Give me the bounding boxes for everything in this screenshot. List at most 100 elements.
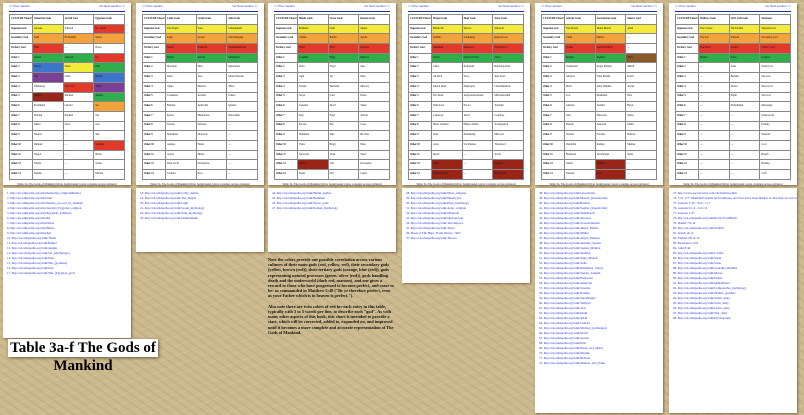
god-cell[interactable]: War God	[759, 91, 791, 103]
god-cell[interactable]: Michael	[62, 91, 95, 103]
god-cell[interactable]: Nergal	[32, 91, 64, 103]
god-cell[interactable]: Barbelo	[564, 52, 596, 64]
god-cell[interactable]: —	[226, 139, 258, 151]
god-cell[interactable]: Atar	[594, 169, 627, 180]
god-cell[interactable]: —	[461, 159, 494, 170]
god-cell[interactable]: —	[461, 149, 494, 161]
god-cell[interactable]: Supreme God	[759, 23, 791, 35]
god-cell[interactable]: Mamlambo	[226, 52, 258, 64]
god-cell[interactable]: Underworld	[759, 110, 791, 122]
god-cell[interactable]: Sio Shalako	[461, 139, 494, 151]
god-cell[interactable]: Vali	[327, 159, 360, 170]
god-cell[interactable]: Anubis	[93, 91, 125, 103]
god-cell[interactable]: Tertiary God	[759, 43, 791, 54]
prev-section-link[interactable]: << Prev section	[675, 4, 696, 8]
god-cell[interactable]: Yahweh	[728, 33, 761, 45]
god-cell[interactable]: Angra Mainyu	[594, 62, 627, 74]
god-cell[interactable]: Persephone	[195, 159, 228, 170]
god-cell[interactable]: The Lord	[62, 81, 95, 93]
next-section-link[interactable]: Go Next section >>	[765, 4, 791, 8]
god-cell[interactable]: Yum Kaax	[431, 101, 463, 112]
god-cell[interactable]: Dionysus	[195, 130, 228, 141]
god-cell[interactable]: Eros	[195, 169, 228, 180]
god-cell[interactable]: Shu	[93, 130, 125, 141]
god-cell[interactable]: Pluto	[358, 139, 390, 151]
god-cell[interactable]: Yahweh	[62, 23, 95, 35]
god-cell[interactable]: Bragi	[327, 139, 360, 151]
god-cell[interactable]: Asherah	[62, 52, 95, 64]
god-cell[interactable]: Ah Puch	[431, 72, 463, 83]
footnote-link[interactable]: 17. http://en.wikipedia.org/wiki/Shu_(Eg…	[3, 271, 131, 276]
god-cell[interactable]: Lucifer	[728, 43, 761, 54]
god-cell[interactable]: Palulukang	[461, 130, 494, 141]
god-cell[interactable]: El Shaddai	[62, 33, 95, 45]
god-cell[interactable]: Isis	[93, 52, 125, 64]
god-cell[interactable]: Azrael	[625, 81, 657, 93]
god-cell[interactable]: —	[728, 139, 761, 151]
god-cell[interactable]: Jupiter	[358, 23, 390, 35]
god-cell[interactable]: Munkar	[625, 139, 657, 151]
god-cell[interactable]: Dian Cecht	[165, 159, 197, 170]
god-cell[interactable]: Malik	[625, 120, 657, 132]
god-cell[interactable]: Daveithai	[564, 139, 596, 151]
god-cell[interactable]: Mikail	[625, 62, 657, 74]
god-cell[interactable]: Proserpina	[358, 159, 390, 170]
god-cell[interactable]: Yama	[297, 139, 329, 151]
god-cell[interactable]: Zoe	[564, 91, 596, 103]
god-cell[interactable]: Aphrodite	[195, 101, 228, 112]
god-cell[interactable]: —	[226, 149, 258, 161]
god-cell[interactable]: Marduk	[32, 110, 64, 122]
god-cell[interactable]: Itzamna	[431, 33, 463, 45]
god-cell[interactable]: —	[62, 130, 95, 141]
god-cell[interactable]: —	[62, 139, 95, 151]
god-cell[interactable]: Kali	[297, 110, 329, 122]
god-cell[interactable]: Ameretat	[594, 120, 627, 132]
god-cell[interactable]: Uriel	[62, 120, 95, 132]
god-cell[interactable]: Kinich Ahau	[431, 81, 463, 93]
god-cell[interactable]: Armaiti	[594, 101, 627, 112]
god-cell[interactable]: Saraswati	[297, 149, 329, 161]
god-cell[interactable]: Varuna	[297, 81, 329, 93]
god-cell[interactable]: Tezcatlipoca	[492, 43, 524, 54]
god-cell[interactable]: Diana	[358, 91, 390, 103]
god-cell[interactable]: Tonatiuh	[492, 101, 524, 112]
god-cell[interactable]: Mother	[698, 52, 730, 64]
god-cell[interactable]: Vucub Caquix	[431, 169, 463, 180]
god-cell[interactable]: Masauwu	[461, 43, 494, 54]
god-cell[interactable]: Goddess	[759, 52, 791, 64]
god-cell[interactable]: Ganesha	[297, 101, 329, 112]
god-cell[interactable]: Taranis	[165, 120, 197, 132]
god-cell[interactable]: —	[698, 139, 730, 151]
god-cell[interactable]: Spenta Mainyu	[594, 43, 627, 54]
prev-section-link[interactable]: << Prev section	[541, 4, 562, 8]
god-cell[interactable]: Ptah	[93, 62, 125, 74]
god-cell[interactable]: Ogma	[165, 81, 197, 93]
god-cell[interactable]: Lilith	[62, 72, 95, 83]
god-cell[interactable]: Indra	[297, 62, 329, 74]
god-cell[interactable]: Surya	[297, 91, 329, 103]
god-cell[interactable]: Ningal	[32, 149, 64, 161]
god-cell[interactable]: Xolotl	[492, 149, 524, 161]
god-cell[interactable]: Unkulunkulu	[226, 23, 258, 35]
next-section-link[interactable]: Go Next section >>	[631, 4, 657, 8]
god-cell[interactable]: Aengus	[165, 139, 197, 151]
god-cell[interactable]: Utu	[32, 72, 64, 83]
god-cell[interactable]: —	[728, 169, 761, 180]
god-cell[interactable]: Nanna	[32, 62, 64, 74]
god-cell[interactable]: Thoth	[93, 81, 125, 93]
god-cell[interactable]: Mbaba Mwana	[226, 72, 258, 83]
god-cell[interactable]: —	[698, 149, 730, 161]
god-cell[interactable]: Christ	[564, 33, 596, 45]
god-cell[interactable]: —	[62, 43, 95, 54]
god-cell[interactable]: Moses	[728, 81, 761, 93]
god-cell[interactable]: Sun God	[759, 72, 791, 83]
god-cell[interactable]: Lakshmi	[297, 52, 329, 64]
god-cell[interactable]: Freyr	[327, 110, 360, 122]
god-cell[interactable]: Ishkur	[32, 120, 64, 132]
god-cell[interactable]: Storm God	[759, 62, 791, 74]
god-cell[interactable]: Rudra	[297, 159, 329, 170]
god-cell[interactable]: Apollo	[195, 33, 228, 45]
god-cell[interactable]: —	[625, 33, 657, 45]
god-cell[interactable]: Harmozel	[564, 149, 596, 161]
god-cell[interactable]: Agni	[297, 72, 329, 83]
